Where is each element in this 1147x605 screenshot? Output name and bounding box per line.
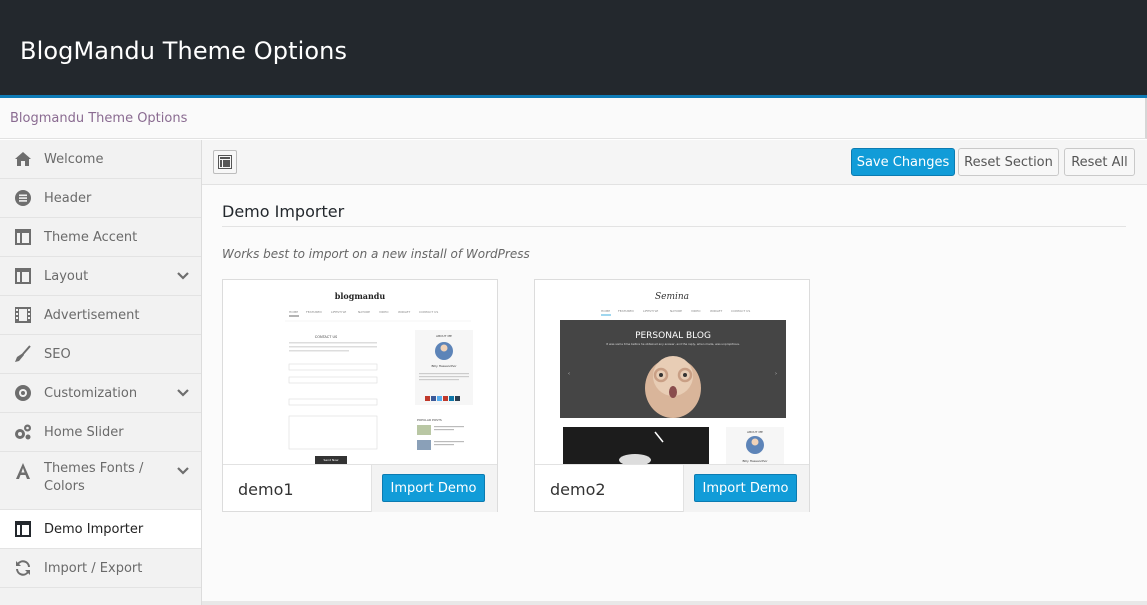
- section-description: Works best to import on a new install of…: [222, 247, 530, 261]
- thumb-menu-item: LIFESTYLE: [643, 309, 658, 313]
- demo-footer: demo2 Import Demo: [535, 464, 809, 512]
- svg-text:Billy Hassandhor: Billy Hassandhor: [431, 364, 457, 368]
- layout-icon: [14, 267, 32, 285]
- film-icon: [14, 306, 32, 324]
- cogs-icon: [14, 423, 32, 441]
- demo-action-area: Import Demo: [683, 465, 809, 512]
- sidebar-item-layout[interactable]: Layout: [0, 257, 201, 296]
- breadcrumb: Blogmandu Theme Options: [10, 111, 188, 126]
- sidebar-item-label: Theme Accent: [44, 229, 138, 245]
- thumb-menu-item: VIDEO: [691, 309, 701, 313]
- sidebar-item-label: Themes Fonts / Colors: [44, 461, 144, 494]
- demo-card-demo1: blogmandu HOME FEATURED LIFESTYLE NATURE VID…: [222, 279, 498, 512]
- svg-text:PERSONAL BLOG: PERSONAL BLOG: [635, 331, 711, 341]
- reset-section-button[interactable]: Reset Section: [958, 148, 1059, 176]
- svg-text:Send Now: Send Now: [323, 458, 339, 462]
- demo-action-area: Import Demo: [371, 465, 497, 512]
- sidebar-item-label: Import / Export: [44, 560, 143, 576]
- thumb-menu-item: FEATURED: [306, 310, 322, 314]
- layout-icon: [14, 228, 32, 246]
- main-panel: Save Changes Reset Section Reset All Dem…: [202, 140, 1147, 605]
- svg-text:Billy Hassandhor: Billy Hassandhor: [742, 459, 768, 463]
- divider: [222, 226, 1126, 227]
- sidebar-item-import-export[interactable]: Import / Export: [0, 549, 201, 588]
- sidebar-item-seo[interactable]: SEO: [0, 335, 201, 374]
- list-circle-icon: [14, 189, 32, 207]
- sidebar-item-customization[interactable]: Customization: [0, 374, 201, 413]
- page-title: BlogMandu Theme Options: [20, 37, 348, 65]
- thumb-menu-item: CONTACT US: [419, 310, 438, 314]
- sidebar-item-label: Layout: [44, 268, 89, 284]
- demo-name: demo1: [238, 480, 294, 499]
- sidebar-item-theme-accent[interactable]: Theme Accent: [0, 218, 201, 257]
- chevron-down-icon[interactable]: [176, 386, 190, 400]
- layout-icon: [218, 155, 232, 169]
- cog-icon: [14, 384, 32, 402]
- refresh-icon: [14, 559, 32, 577]
- chevron-down-icon[interactable]: [176, 269, 190, 283]
- thumb-logo: blogmandu: [335, 291, 386, 301]
- sidebar-item-label: SEO: [44, 346, 71, 362]
- broom-icon: [14, 345, 32, 363]
- demo-thumbnail: blogmandu HOME FEATURED LIFESTYLE NATURE VID…: [223, 280, 497, 464]
- sidebar-item-label: Welcome: [44, 151, 104, 167]
- thumb-menu-item: WIDGET: [398, 310, 410, 314]
- section-title: Demo Importer: [222, 202, 345, 221]
- thumb-menu-item: NATURE: [670, 309, 682, 313]
- sidebar-item-demo-importer[interactable]: Demo Importer: [0, 510, 201, 549]
- sidebar-item-welcome[interactable]: Welcome: [0, 140, 201, 179]
- thumb-menu-item: WIDGET: [710, 309, 722, 313]
- sidebar-item-advertisement[interactable]: Advertisement: [0, 296, 201, 335]
- sidebar-item-header[interactable]: Header: [0, 179, 201, 218]
- thumb-menu-item: CONTACT US: [731, 309, 750, 313]
- demo-thumbnail: Semina HOME FEATURED LIFESTYLE NATURE VIDEO W…: [535, 280, 809, 464]
- svg-text:CONTACT US: CONTACT US: [315, 335, 338, 339]
- sidebar-item-label: Header: [44, 190, 92, 206]
- sidebar-item-themes-fonts-colors[interactable]: Themes Fonts / Colors: [0, 452, 201, 510]
- thumb-menu-item: VIDEO: [379, 310, 389, 314]
- thumb-menu-item: HOME: [289, 310, 298, 314]
- svg-text:POPULAR POSTS: POPULAR POSTS: [417, 418, 442, 422]
- sidebar-item-label: Demo Importer: [44, 521, 144, 537]
- divider: [202, 601, 1147, 605]
- demo-footer: demo1 Import Demo: [223, 464, 497, 512]
- layout-icon: [14, 520, 32, 538]
- svg-text:ABOUT ME: ABOUT ME: [436, 334, 452, 338]
- svg-text:›: ›: [775, 371, 777, 377]
- toggle-sidebar-button[interactable]: [213, 150, 237, 174]
- import-demo-button[interactable]: Import Demo: [382, 474, 485, 502]
- sidebar-item-label: Customization: [44, 385, 138, 401]
- sidebar: Welcome Header Theme Accent Layout Adver…: [0, 140, 202, 605]
- breadcrumb-bar: Blogmandu Theme Options: [0, 98, 1147, 139]
- thumb-menu-item: FEATURED: [618, 309, 634, 313]
- chevron-down-icon[interactable]: [176, 464, 190, 478]
- reset-all-button[interactable]: Reset All: [1064, 148, 1135, 176]
- thumb-logo: Semina: [655, 292, 689, 302]
- font-icon: [14, 462, 32, 480]
- home-icon: [14, 150, 32, 168]
- thumb-menu-item: HOME: [601, 309, 610, 313]
- thumb-menu-item: LIFESTYLE: [331, 310, 346, 314]
- svg-text:‹: ‹: [568, 371, 570, 377]
- demo-card-demo2: Semina HOME FEATURED LIFESTYLE NATURE VIDEO W…: [534, 279, 810, 512]
- demo-name: demo2: [550, 480, 606, 499]
- sidebar-item-label: Advertisement: [44, 307, 140, 323]
- thumb-menu-item: NATURE: [358, 310, 370, 314]
- sidebar-item-label: Home Slider: [44, 424, 124, 440]
- svg-text:It was some time before he obt: It was some time before he obtained any …: [606, 342, 740, 346]
- toolbar: Save Changes Reset Section Reset All: [202, 140, 1147, 185]
- admin-header: BlogMandu Theme Options: [0, 0, 1147, 98]
- svg-text:ABOUT ME: ABOUT ME: [747, 430, 763, 434]
- save-changes-button[interactable]: Save Changes: [851, 148, 955, 176]
- import-demo-button[interactable]: Import Demo: [694, 474, 797, 502]
- sidebar-item-home-slider[interactable]: Home Slider: [0, 413, 201, 452]
